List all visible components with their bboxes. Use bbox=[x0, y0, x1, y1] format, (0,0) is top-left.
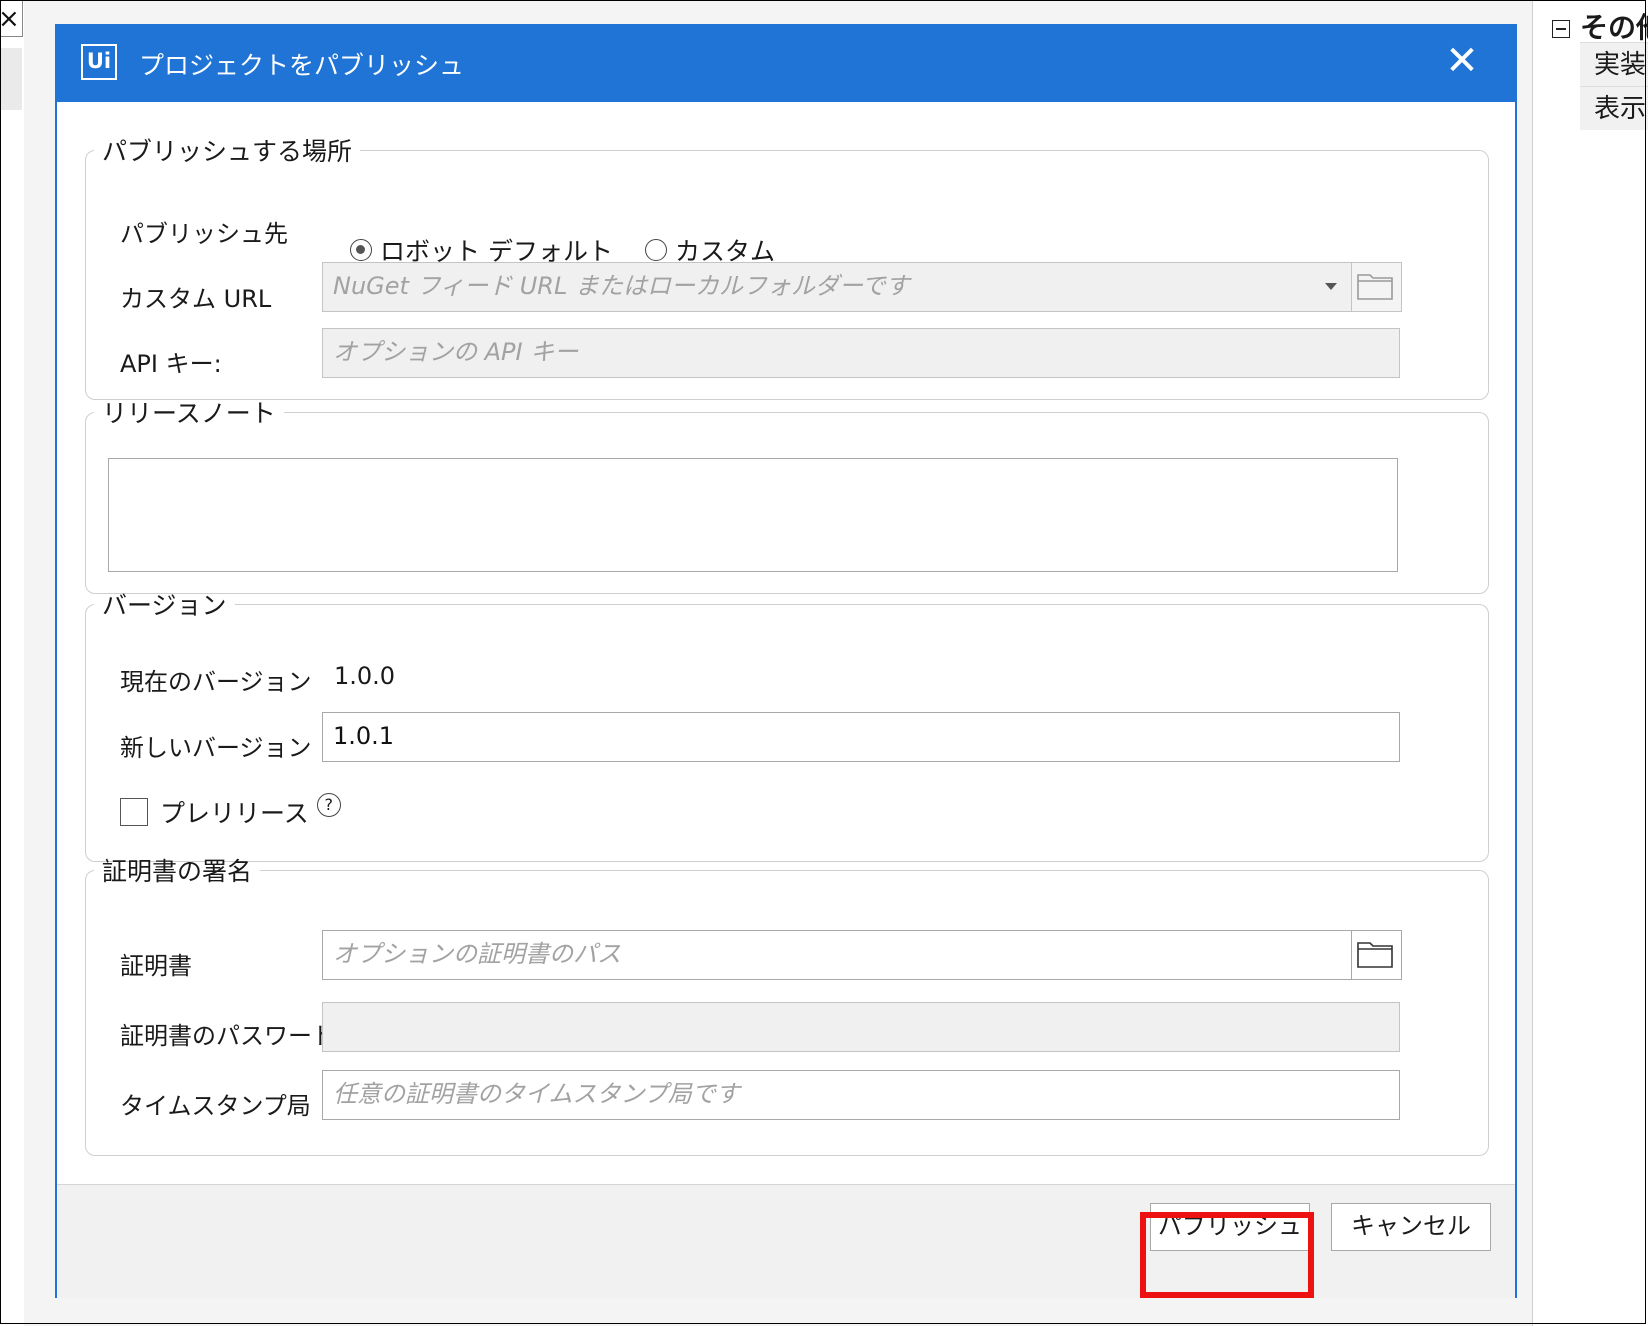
certificate-path-placeholder: オプションの証明書のパス bbox=[333, 940, 621, 968]
close-icon[interactable]: ✕ bbox=[1439, 38, 1485, 84]
certificate-path-input[interactable]: オプションの証明書のパス bbox=[322, 930, 1352, 980]
certificate-label: 証明書 bbox=[120, 952, 192, 980]
collapse-minus-icon[interactable] bbox=[1552, 20, 1570, 38]
dialog-title: プロジェクトをパブリッシュ bbox=[139, 51, 465, 80]
publish-project-dialog: Ui プロジェクトをパブリッシュ ✕ パブリッシュする場所 パブリッシュ先 ロボ… bbox=[55, 24, 1517, 1298]
version-group: バージョン 現在のバージョン 1.0.0 新しいバージョン 1.0.1 プレリリ… bbox=[85, 586, 1489, 862]
certificate-browse-button[interactable] bbox=[1352, 930, 1402, 980]
version-legend: バージョン bbox=[102, 591, 227, 620]
background-right-heading[interactable]: その他 bbox=[1552, 6, 1648, 46]
background-right-heading-label: その他 bbox=[1580, 11, 1648, 44]
prerelease-checkbox[interactable] bbox=[120, 798, 148, 826]
publish-location-group: パブリッシュする場所 パブリッシュ先 ロボット デフォルト カスタム カスタム … bbox=[85, 132, 1489, 400]
custom-url-browse-button[interactable] bbox=[1352, 262, 1402, 312]
background-left-panel bbox=[0, 0, 24, 1326]
current-version-value: 1.0.0 bbox=[334, 662, 396, 690]
background-left-tab[interactable]: × bbox=[0, 0, 23, 37]
prerelease-label[interactable]: プレリリース bbox=[160, 794, 309, 830]
background-right-panel bbox=[1532, 0, 1648, 1326]
cancel-button[interactable]: キャンセル bbox=[1331, 1203, 1491, 1251]
dialog-footer: パブリッシュ キャンセル bbox=[57, 1184, 1515, 1298]
custom-url-combobox[interactable]: NuGet フィード URL またはローカルフォルダーです bbox=[322, 262, 1352, 312]
timestamp-server-input[interactable]: 任意の証明書のタイムスタンプ局です bbox=[322, 1070, 1400, 1120]
release-notes-textarea[interactable] bbox=[108, 458, 1398, 572]
background-right-row[interactable]: 実装 bbox=[1580, 42, 1648, 86]
timestamp-server-placeholder: 任意の証明書のタイムスタンプ局です bbox=[333, 1080, 740, 1108]
release-notes-legend: リリースノート bbox=[102, 399, 276, 428]
release-notes-group: リリースノート bbox=[85, 394, 1489, 594]
app-logo-icon: Ui bbox=[81, 44, 117, 80]
background-right-row[interactable]: 表示 bbox=[1580, 86, 1648, 130]
robot-default-radio[interactable] bbox=[350, 239, 372, 261]
background-close-icon[interactable]: × bbox=[0, 4, 20, 34]
custom-url-label: カスタム URL bbox=[120, 285, 272, 313]
current-version-label: 現在のバージョン bbox=[120, 668, 312, 696]
custom-url-placeholder: NuGet フィード URL またはローカルフォルダーです bbox=[333, 272, 910, 300]
publish-location-legend: パブリッシュする場所 bbox=[102, 137, 353, 166]
help-icon[interactable]: ? bbox=[316, 793, 341, 817]
api-key-label: API キー: bbox=[120, 350, 222, 378]
new-version-input[interactable]: 1.0.1 bbox=[322, 712, 1400, 762]
custom-radio[interactable] bbox=[644, 239, 667, 261]
folder-icon bbox=[1357, 274, 1393, 300]
certificate-signing-legend: 証明書の署名 bbox=[102, 857, 253, 886]
new-version-label: 新しいバージョン bbox=[120, 734, 312, 762]
dropdown-arrow-icon[interactable] bbox=[1325, 283, 1337, 290]
prerelease-row: プレリリース ? bbox=[120, 793, 341, 830]
timestamp-server-label: タイムスタンプ局 bbox=[120, 1092, 311, 1120]
folder-icon bbox=[1357, 942, 1393, 968]
certificate-password-input[interactable] bbox=[322, 1002, 1400, 1052]
publish-button[interactable]: パブリッシュ bbox=[1150, 1203, 1310, 1251]
certificate-password-label: 証明書のパスワード bbox=[120, 1022, 336, 1050]
dialog-titlebar: Ui プロジェクトをパブリッシュ ✕ bbox=[57, 26, 1515, 102]
api-key-input[interactable]: オプションの API キー bbox=[322, 328, 1400, 378]
api-key-placeholder: オプションの API キー bbox=[333, 338, 579, 366]
certificate-signing-group: 証明書の署名 証明書 オプションの証明書のパス 証明書のパスワード タイムスタン… bbox=[85, 852, 1489, 1156]
background-left-strip bbox=[0, 48, 22, 110]
publish-target-label: パブリッシュ先 bbox=[120, 220, 288, 248]
